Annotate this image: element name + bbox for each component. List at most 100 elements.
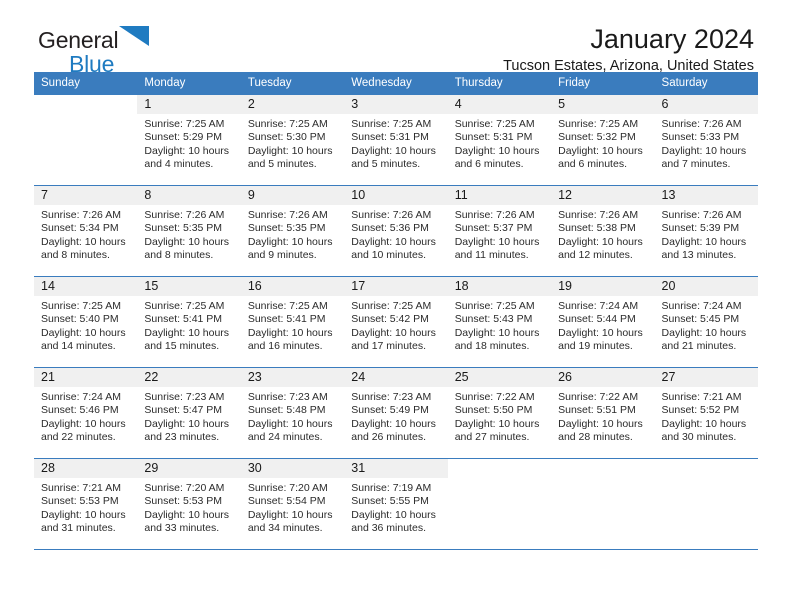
day-number: 6 bbox=[654, 95, 758, 114]
calendar-day[interactable]: 23 Sunrise: 7:23 AM Sunset: 5:48 PM Dayligh… bbox=[240, 368, 345, 457]
calendar-day[interactable]: 4 Sunrise: 7:25 AM Sunset: 5:31 PM Daylight… bbox=[447, 95, 552, 184]
sunset-text: Sunset: 5:35 PM bbox=[247, 222, 326, 235]
sunset-text: Sunset: 5:34 PM bbox=[41, 222, 119, 235]
day-sun-info: Sunrise: 7:21 AM Sunset: 5:53 PM Daylight:… bbox=[34, 478, 137, 536]
day-number: 26 bbox=[551, 368, 655, 387]
calendar-day[interactable]: 10 Sunrise: 7:26 AM Sunset: 5:36 PM Dayligh… bbox=[344, 186, 448, 275]
calendar-day[interactable]: 28 Sunrise: 7:21 AM Sunset: 5:53 PM Dayligh… bbox=[34, 459, 138, 548]
sunset-text: Sunset: 5:51 PM bbox=[558, 404, 636, 417]
day-sun-info: Sunrise: 7:25 AM Sunset: 5:43 PM Daylight:… bbox=[448, 296, 551, 354]
sunrise-text: Sunrise: 7:21 AM bbox=[661, 391, 742, 403]
calendar-day[interactable]: 30 Sunrise: 7:20 AM Sunset: 5:54 PM Dayligh… bbox=[240, 459, 345, 548]
general-blue-logo[interactable]: General Blue bbox=[38, 26, 150, 77]
logo-text-general: General bbox=[38, 27, 119, 53]
calendar-cell: 30 Sunrise: 7:20 AM Sunset: 5:54 PM Dayligh… bbox=[240, 458, 345, 549]
calendar-week-row: 7 Sunrise: 7:26 AM Sunset: 5:34 PM Daylight… bbox=[34, 185, 758, 277]
day-number: 12 bbox=[551, 186, 655, 205]
day-sun-info: Sunrise: 7:26 AM Sunset: 5:35 PM Daylight:… bbox=[137, 205, 240, 263]
sunrise-text: Sunrise: 7:22 AM bbox=[454, 391, 535, 403]
daylight-text-line2: and 10 minutes. bbox=[351, 249, 426, 262]
calendar-cell: 22 Sunrise: 7:23 AM Sunset: 5:47 PM Dayligh… bbox=[137, 367, 241, 459]
sunrise-text: Sunrise: 7:25 AM bbox=[41, 300, 121, 312]
day-number: 19 bbox=[551, 277, 655, 296]
sunset-text: Sunset: 5:45 PM bbox=[661, 313, 740, 326]
calendar-cell: 6 Sunrise: 7:26 AM Sunset: 5:33 PM Daylight… bbox=[654, 95, 758, 186]
daylight-text-line1: Daylight: 10 hours bbox=[558, 144, 643, 157]
calendar-cell: 28 Sunrise: 7:21 AM Sunset: 5:53 PM Dayligh… bbox=[34, 458, 138, 549]
calendar-day[interactable]: 21 Sunrise: 7:24 AM Sunset: 5:46 PM Dayligh… bbox=[34, 368, 138, 457]
day-number: 9 bbox=[240, 186, 345, 205]
calendar-day[interactable]: 25 Sunrise: 7:22 AM Sunset: 5:50 PM Dayligh… bbox=[447, 368, 552, 457]
calendar-day[interactable]: 14 Sunrise: 7:25 AM Sunset: 5:40 PM Dayligh… bbox=[34, 277, 138, 366]
calendar-cell: 31 Sunrise: 7:19 AM Sunset: 5:55 PM Dayligh… bbox=[344, 458, 448, 549]
daylight-text-line1: Daylight: 10 hours bbox=[247, 508, 333, 521]
day-number: 7 bbox=[34, 186, 138, 205]
sunrise-text: Sunrise: 7:23 AM bbox=[351, 391, 432, 403]
calendar-day[interactable]: 31 Sunrise: 7:19 AM Sunset: 5:55 PM Dayligh… bbox=[344, 459, 448, 548]
day-number: 21 bbox=[34, 368, 138, 387]
calendar-body: 1 Sunrise: 7:25 AM Sunset: 5:29 PM Daylight… bbox=[34, 95, 758, 549]
day-sun-info: Sunrise: 7:22 AM Sunset: 5:51 PM Daylight:… bbox=[551, 387, 654, 445]
day-number: 22 bbox=[137, 368, 241, 387]
day-number: 27 bbox=[654, 368, 758, 387]
calendar-day[interactable]: 29 Sunrise: 7:20 AM Sunset: 5:53 PM Dayligh… bbox=[137, 459, 241, 548]
sunset-text: Sunset: 5:32 PM bbox=[558, 131, 636, 144]
calendar-cell: 26 Sunrise: 7:22 AM Sunset: 5:51 PM Dayligh… bbox=[551, 367, 655, 459]
daylight-text-line2: and 9 minutes. bbox=[247, 249, 317, 262]
calendar-day[interactable]: 15 Sunrise: 7:25 AM Sunset: 5:41 PM Dayligh… bbox=[137, 277, 241, 366]
sunrise-text: Sunrise: 7:26 AM bbox=[41, 209, 121, 221]
calendar-day[interactable]: 11 Sunrise: 7:26 AM Sunset: 5:37 PM Dayligh… bbox=[447, 186, 552, 275]
daylight-text-line2: and 23 minutes. bbox=[144, 431, 220, 444]
calendar-day[interactable]: 5 Sunrise: 7:25 AM Sunset: 5:32 PM Daylight… bbox=[551, 95, 655, 184]
sunrise-text: Sunrise: 7:25 AM bbox=[144, 300, 225, 312]
day-number: 17 bbox=[344, 277, 448, 296]
calendar-day[interactable]: 22 Sunrise: 7:23 AM Sunset: 5:47 PM Dayligh… bbox=[137, 368, 241, 457]
calendar-cell: 10 Sunrise: 7:26 AM Sunset: 5:36 PM Dayligh… bbox=[344, 185, 448, 277]
sunset-text: Sunset: 5:55 PM bbox=[351, 495, 429, 508]
calendar-cell: 18 Sunrise: 7:25 AM Sunset: 5:43 PM Dayligh… bbox=[447, 276, 552, 368]
day-number: 24 bbox=[344, 368, 448, 387]
calendar-day[interactable]: 19 Sunrise: 7:24 AM Sunset: 5:44 PM Dayligh… bbox=[551, 277, 655, 366]
day-number: 29 bbox=[137, 459, 241, 478]
calendar-day[interactable]: 26 Sunrise: 7:22 AM Sunset: 5:51 PM Dayligh… bbox=[551, 368, 655, 457]
day-sun-info: Sunrise: 7:25 AM Sunset: 5:31 PM Daylight:… bbox=[344, 114, 447, 172]
calendar-week-row: 14 Sunrise: 7:25 AM Sunset: 5:40 PM Dayligh… bbox=[34, 276, 758, 368]
calendar-table: Sunday Monday Tuesday Wednesday Thursday… bbox=[34, 72, 758, 549]
daylight-text-line2: and 6 minutes. bbox=[558, 158, 627, 171]
calendar-cell: 11 Sunrise: 7:26 AM Sunset: 5:37 PM Dayligh… bbox=[447, 185, 552, 277]
daylight-text-line1: Daylight: 10 hours bbox=[144, 508, 230, 521]
sunset-text: Sunset: 5:48 PM bbox=[247, 404, 326, 417]
day-number: 1 bbox=[137, 95, 241, 114]
calendar-day[interactable]: 20 Sunrise: 7:24 AM Sunset: 5:45 PM Dayligh… bbox=[654, 277, 758, 366]
day-number: 5 bbox=[551, 95, 655, 114]
calendar-day[interactable]: 2 Sunrise: 7:25 AM Sunset: 5:30 PM Daylight… bbox=[240, 95, 345, 184]
calendar-day[interactable]: 13 Sunrise: 7:26 AM Sunset: 5:39 PM Dayligh… bbox=[654, 186, 758, 275]
calendar-day[interactable]: 3 Sunrise: 7:25 AM Sunset: 5:31 PM Daylight… bbox=[344, 95, 448, 184]
calendar-day[interactable]: 8 Sunrise: 7:26 AM Sunset: 5:35 PM Daylight… bbox=[137, 186, 241, 275]
calendar-day[interactable]: 27 Sunrise: 7:21 AM Sunset: 5:52 PM Dayligh… bbox=[654, 368, 758, 457]
daylight-text-line1: Daylight: 10 hours bbox=[558, 235, 643, 248]
daylight-text-line1: Daylight: 10 hours bbox=[41, 235, 126, 248]
daylight-text-line2: and 15 minutes. bbox=[144, 340, 220, 353]
calendar-day[interactable]: 24 Sunrise: 7:23 AM Sunset: 5:49 PM Dayligh… bbox=[344, 368, 448, 457]
calendar-day[interactable]: 1 Sunrise: 7:25 AM Sunset: 5:29 PM Daylight… bbox=[137, 95, 241, 184]
calendar-day[interactable]: 9 Sunrise: 7:26 AM Sunset: 5:35 PM Daylight… bbox=[240, 186, 345, 275]
sunset-text: Sunset: 5:36 PM bbox=[351, 222, 429, 235]
daylight-text-line2: and 16 minutes. bbox=[247, 340, 323, 353]
weekday-header-saturday: Saturday bbox=[654, 72, 758, 95]
calendar-day[interactable]: 16 Sunrise: 7:25 AM Sunset: 5:41 PM Dayligh… bbox=[240, 277, 345, 366]
calendar-day[interactable]: 6 Sunrise: 7:26 AM Sunset: 5:33 PM Daylight… bbox=[654, 95, 758, 184]
logo-text-blue: Blue bbox=[69, 51, 115, 77]
calendar-day-empty bbox=[448, 459, 551, 548]
calendar-day[interactable]: 7 Sunrise: 7:26 AM Sunset: 5:34 PM Daylight… bbox=[34, 186, 138, 275]
calendar-day[interactable]: 12 Sunrise: 7:26 AM Sunset: 5:38 PM Dayligh… bbox=[551, 186, 655, 275]
day-number: 15 bbox=[137, 277, 241, 296]
day-number: 30 bbox=[240, 459, 345, 478]
calendar-cell: 8 Sunrise: 7:26 AM Sunset: 5:35 PM Daylight… bbox=[137, 185, 241, 277]
sunrise-text: Sunrise: 7:23 AM bbox=[247, 391, 328, 403]
calendar-day[interactable]: 17 Sunrise: 7:25 AM Sunset: 5:42 PM Dayligh… bbox=[344, 277, 448, 366]
calendar-day[interactable]: 18 Sunrise: 7:25 AM Sunset: 5:43 PM Dayligh… bbox=[447, 277, 552, 366]
calendar-cell: 24 Sunrise: 7:23 AM Sunset: 5:49 PM Dayligh… bbox=[344, 367, 448, 459]
daylight-text-line1: Daylight: 10 hours bbox=[351, 326, 436, 339]
sunset-text: Sunset: 5:50 PM bbox=[454, 404, 533, 417]
